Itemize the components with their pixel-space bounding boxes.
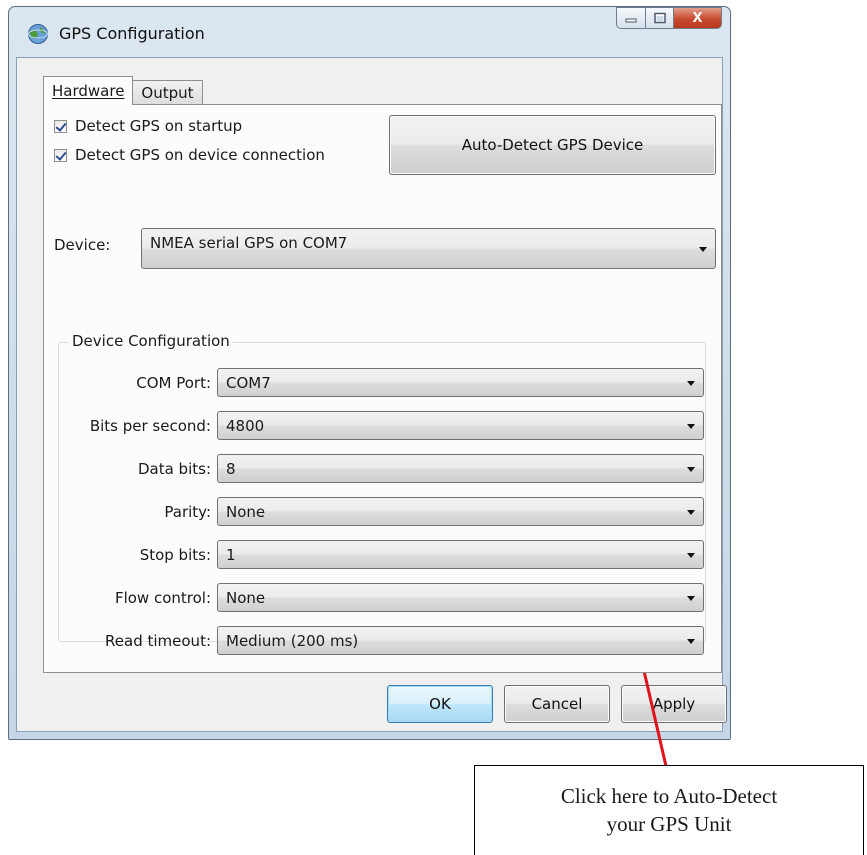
chevron-down-icon xyxy=(699,247,707,252)
parity-label: Parity: xyxy=(164,503,211,521)
stop-bits-label: Stop bits: xyxy=(139,546,211,564)
maximize-icon xyxy=(653,12,666,24)
com-port-select[interactable]: COM7 xyxy=(217,368,704,397)
chevron-down-icon xyxy=(687,639,695,644)
bits-per-second-value: 4800 xyxy=(226,416,265,435)
hardware-tab-panel: Detect GPS on startup Detect GPS on devi… xyxy=(43,104,722,673)
device-select[interactable]: NMEA serial GPS on COM7 xyxy=(141,228,716,269)
tab-strip: Hardware Output xyxy=(43,76,203,105)
title-bar[interactable]: GPS Configuration X xyxy=(9,7,730,57)
com-port-value: COM7 xyxy=(226,373,271,392)
bits-per-second-select[interactable]: 4800 xyxy=(217,411,704,440)
ok-button[interactable]: OK xyxy=(387,685,493,723)
dialog-client-area: Hardware Output Detect GPS on startup De… xyxy=(16,57,727,732)
minimize-icon xyxy=(625,18,637,23)
annotation-line-1: Click here to Auto-Detect xyxy=(560,784,778,808)
tab-output[interactable]: Output xyxy=(132,80,203,105)
apply-button[interactable]: Apply xyxy=(621,685,727,723)
chevron-down-icon xyxy=(687,510,695,515)
read-timeout-value: Medium (200 ms) xyxy=(226,631,359,650)
stop-bits-select[interactable]: 1 xyxy=(217,540,704,569)
detect-on-startup-checkbox[interactable]: Detect GPS on startup xyxy=(54,117,242,135)
data-bits-label: Data bits: xyxy=(137,460,211,478)
checkbox-checked-icon xyxy=(54,148,67,162)
flow-control-value: None xyxy=(226,588,266,607)
minimize-button[interactable] xyxy=(616,7,646,29)
detect-on-connection-label: Detect GPS on device connection xyxy=(75,146,325,164)
close-icon: X xyxy=(692,10,703,26)
chevron-down-icon xyxy=(687,553,695,558)
chevron-down-icon xyxy=(687,424,695,429)
gps-configuration-window: GPS Configuration X Hardware Output Dete… xyxy=(8,6,731,740)
device-configuration-title: Device Configuration xyxy=(69,332,233,350)
apply-label: Apply xyxy=(652,695,696,713)
data-bits-value: 8 xyxy=(226,459,236,478)
data-bits-select[interactable]: 8 xyxy=(217,454,704,483)
maximize-button[interactable] xyxy=(646,7,674,29)
flow-control-select[interactable]: None xyxy=(217,583,704,612)
checkbox-checked-icon xyxy=(54,119,67,133)
chevron-down-icon xyxy=(687,596,695,601)
device-value: NMEA serial GPS on COM7 xyxy=(150,234,348,252)
stop-bits-value: 1 xyxy=(226,545,236,564)
caption-buttons: X xyxy=(616,7,722,29)
auto-detect-gps-button[interactable]: Auto-Detect GPS Device xyxy=(389,115,716,175)
chevron-down-icon xyxy=(687,381,695,386)
parity-select[interactable]: None xyxy=(217,497,704,526)
globe-icon xyxy=(28,24,48,44)
parity-value: None xyxy=(226,502,266,521)
chevron-down-icon xyxy=(687,467,695,472)
detect-on-startup-label: Detect GPS on startup xyxy=(75,117,243,135)
annotation-callout: Click here to Auto-Detect your GPS Unit xyxy=(474,765,864,855)
com-port-label: COM Port: xyxy=(136,374,211,392)
tab-output-label: Output xyxy=(141,84,194,102)
read-timeout-select[interactable]: Medium (200 ms) xyxy=(217,626,704,655)
device-label: Device: xyxy=(54,236,111,254)
annotation-line-2: your GPS Unit xyxy=(606,812,732,836)
close-button[interactable]: X xyxy=(674,7,722,29)
flow-control-label: Flow control: xyxy=(114,589,211,607)
window-title: GPS Configuration xyxy=(59,24,205,43)
tab-hardware-label: Hardware xyxy=(52,82,125,100)
read-timeout-label: Read timeout: xyxy=(105,632,211,650)
detect-on-connection-checkbox[interactable]: Detect GPS on device connection xyxy=(54,146,325,164)
cancel-button[interactable]: Cancel xyxy=(504,685,610,723)
bits-per-second-label: Bits per second: xyxy=(89,417,211,435)
tab-hardware[interactable]: Hardware xyxy=(43,76,134,105)
